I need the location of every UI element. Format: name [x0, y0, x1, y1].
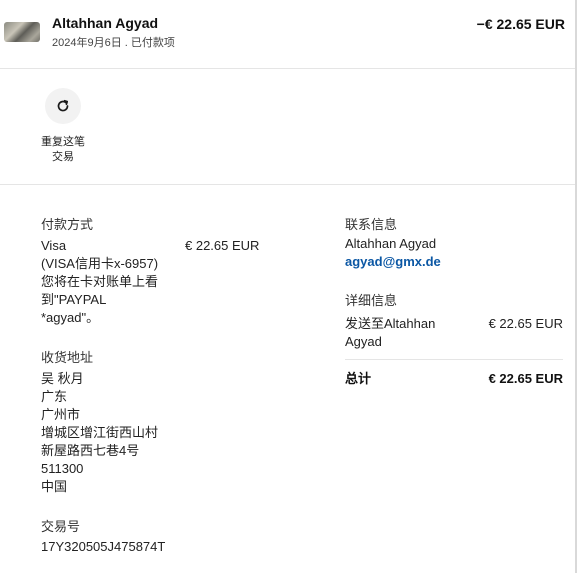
- payment-line: Visa: [41, 238, 67, 253]
- address-line: 新屋路西七巷4号: [41, 443, 140, 458]
- shipping-address-title: 收货地址: [41, 350, 94, 365]
- total-label: 总计: [345, 371, 372, 386]
- transaction-amount: −€ 22.65 EUR: [476, 16, 565, 32]
- repeat-transaction-label[interactable]: 重复这笔 交易: [38, 135, 88, 165]
- repeat-label-line: 交易: [52, 151, 74, 163]
- repeat-transaction-button[interactable]: [45, 88, 81, 124]
- payment-line: 到"PAYPAL: [41, 292, 107, 307]
- address-line: 511300: [41, 461, 84, 476]
- transaction-id-title: 交易号: [41, 519, 81, 534]
- payment-method-details: Visa (VISA信用卡x-6957) 您将在卡对账单上看 到"PAYPAL …: [41, 237, 181, 327]
- payment-amount: € 22.65 EUR: [185, 238, 260, 253]
- payment-line: 您将在卡对账单上看: [41, 274, 159, 289]
- sent-amount: € 22.65 EUR: [488, 316, 563, 331]
- address-line: 广东: [41, 389, 68, 404]
- merchant-name: Altahhan Agyad: [52, 15, 159, 31]
- payment-method-title: 付款方式: [41, 217, 94, 232]
- transaction-date-status: 2024年9月6日 . 已付款项: [52, 37, 175, 49]
- shipping-address: 吴 秋月 广东 广州市 增城区增江街西山村 新屋路西七巷4号 511300 中国: [41, 370, 158, 496]
- details-divider: [345, 359, 563, 360]
- total-amount: € 22.65 EUR: [488, 371, 563, 386]
- repeat-label-line: 重复这笔: [41, 136, 85, 148]
- address-line: 中国: [41, 479, 68, 494]
- address-line: 广州市: [41, 407, 81, 422]
- sent-to-line: 发送至Altahhan: [345, 316, 436, 331]
- sent-to-label: 发送至Altahhan Agyad: [345, 315, 475, 351]
- merchant-avatar: [4, 22, 40, 42]
- contact-name: Altahhan Agyad: [345, 236, 437, 251]
- payment-line: (VISA信用卡x-6957): [41, 256, 159, 271]
- refresh-icon: [57, 99, 69, 112]
- contact-email-link[interactable]: agyad@gmx.de: [345, 254, 441, 269]
- address-line: 增城区增江街西山村: [41, 425, 159, 440]
- address-line: 吴 秋月: [41, 371, 84, 386]
- contact-info-title: 联系信息: [345, 217, 398, 232]
- details-title: 详细信息: [345, 293, 398, 308]
- actions-section: 重复这笔 交易: [0, 68, 575, 185]
- transaction-header: Altahhan Agyad 2024年9月6日 . 已付款项 −€ 22.65…: [0, 0, 575, 69]
- sent-to-line: Agyad: [345, 334, 382, 349]
- transaction-id: 17Y320505J475874T: [41, 539, 166, 554]
- payment-line: *agyad"。: [41, 310, 100, 325]
